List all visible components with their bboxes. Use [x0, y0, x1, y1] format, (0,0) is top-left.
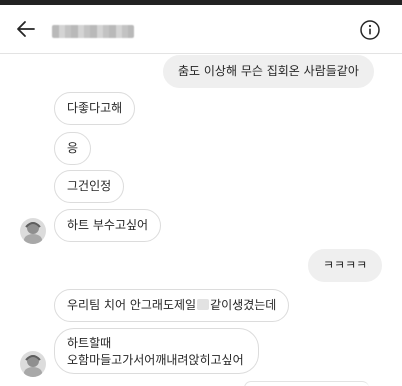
message-bubble-incoming[interactable]: 하트할때 오함마들고가서어깨내려앉히고싶어 [54, 328, 259, 374]
message-text-after: 같이생겼는데 [210, 298, 277, 312]
message-bubble-incoming[interactable]: 응 [54, 132, 92, 165]
message-bubble-incoming[interactable]: 우리팀 치어 안그래도제일 같이생겼는데 [54, 289, 290, 322]
redacted-word [197, 299, 210, 310]
chat-header [0, 5, 402, 54]
info-circle-icon [360, 20, 380, 40]
message-text: 하트 부수고싶어 [67, 218, 149, 232]
message-text-line-2: 오함마들고가서어깨내려앉히고싶어 [67, 353, 244, 367]
avatar[interactable] [20, 351, 46, 377]
message-bubble-incoming[interactable]: 그건인정 [54, 170, 125, 203]
message-text: 응 [67, 141, 79, 155]
back-button[interactable] [14, 17, 38, 41]
avatar-image [20, 218, 46, 244]
message-bubble-incoming[interactable]: 하트 부수고싶어 [54, 209, 162, 242]
arrow-left-icon [17, 21, 35, 37]
info-button[interactable] [359, 19, 381, 41]
message-text-line-1: 하트할때 [67, 336, 112, 350]
message-bubble-incoming[interactable]: 다좋다고해 [54, 92, 136, 125]
next-message-bubble-partial [244, 381, 369, 386]
avatar[interactable] [20, 218, 46, 244]
message-text: 춤도 이상해 무슨 집회온 사람들같아 [178, 64, 359, 78]
message-bubble-outgoing[interactable]: 춤도 이상해 무슨 집회온 사람들같아 [163, 55, 374, 88]
username-redacted[interactable] [52, 25, 134, 38]
message-text: 그건인정 [67, 179, 112, 193]
avatar-image [20, 351, 46, 377]
message-bubble-outgoing[interactable]: ㅋㅋㅋㅋ [308, 249, 383, 282]
chat-screen: 춤도 이상해 무슨 집회온 사람들같아 다좋다고해 응 그건인정 하트 부수고싶… [0, 0, 402, 386]
message-text: 다좋다고해 [67, 101, 123, 115]
message-text: ㅋㅋㅋㅋ [323, 258, 368, 272]
message-text-before: 우리팀 치어 안그래도제일 [67, 298, 197, 312]
